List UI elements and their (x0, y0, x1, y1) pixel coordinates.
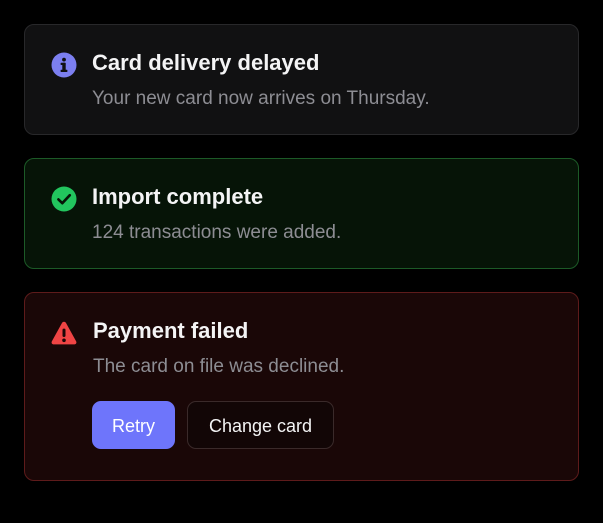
info-alert: Card delivery delayed Your new card now … (24, 24, 579, 135)
success-alert-message: 124 transactions were added. (92, 222, 342, 243)
change-card-button[interactable]: Change card (187, 401, 334, 449)
success-alert-title: Import complete (92, 184, 264, 209)
info-alert-title: Card delivery delayed (92, 50, 320, 75)
info-icon (51, 52, 77, 78)
error-alert-title: Payment failed (93, 318, 249, 343)
check-circle-icon (51, 186, 77, 212)
warning-triangle-icon (51, 320, 77, 346)
success-alert: Import complete 124 transactions were ad… (24, 158, 579, 269)
info-alert-message: Your new card now arrives on Thursday. (92, 88, 430, 109)
error-alert: Payment failed The card on file was decl… (24, 292, 579, 481)
retry-button[interactable]: Retry (92, 401, 175, 449)
error-alert-message: The card on file was declined. (93, 356, 345, 377)
